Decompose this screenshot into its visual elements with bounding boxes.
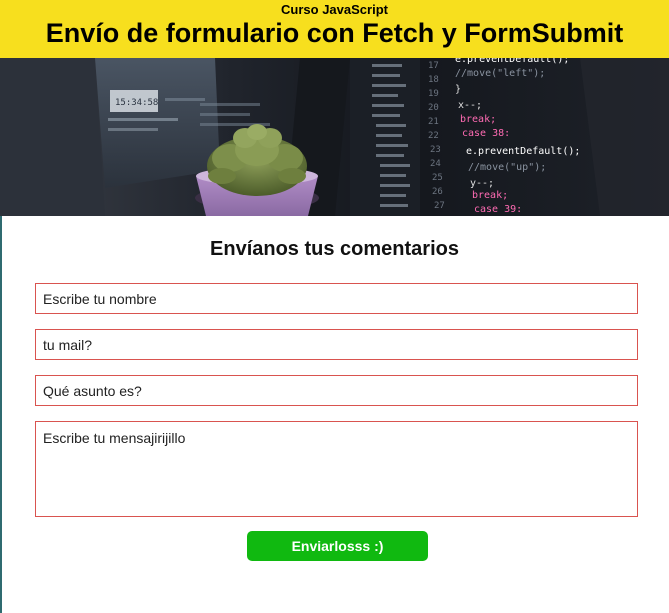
svg-text:24: 24 [430, 159, 441, 169]
svg-text://move("up");: //move("up"); [468, 162, 546, 173]
svg-text:case 39:: case 39: [474, 204, 522, 215]
svg-text:break;: break; [472, 190, 508, 201]
svg-text:17: 17 [428, 61, 439, 71]
svg-text:y--;: y--; [470, 178, 494, 189]
form-title: Envíanos tus comentarios [210, 238, 459, 260]
svg-text:27: 27 [434, 201, 445, 211]
left-edge-strip [0, 216, 2, 613]
subject-input[interactable] [35, 375, 638, 406]
submit-button[interactable]: Enviarlosss :) [247, 531, 428, 561]
hero-image: 15:34:58 17 18 19 20 21 22 23 24 25 26 2… [0, 58, 669, 216]
svg-text:23: 23 [430, 145, 441, 155]
course-subtitle: Curso JavaScript [281, 2, 388, 17]
svg-text:e.preventDefault();: e.preventDefault(); [455, 58, 569, 65]
laptop-clock-text: 15:34:58 [115, 98, 158, 108]
hero-photo-illustration: 15:34:58 17 18 19 20 21 22 23 24 25 26 2… [0, 58, 669, 216]
svg-text:21: 21 [428, 117, 439, 127]
svg-text:break;: break; [460, 114, 496, 125]
page-header: Curso JavaScript Envío de formulario con… [0, 0, 669, 58]
svg-text:25: 25 [432, 173, 443, 183]
svg-text:case 38:: case 38: [462, 128, 510, 139]
page: Curso JavaScript Envío de formulario con… [0, 0, 669, 613]
page-title: Envío de formulario con Fetch y FormSubm… [45, 18, 624, 48]
name-input[interactable] [35, 283, 638, 314]
svg-text:19: 19 [428, 89, 439, 99]
svg-text:22: 22 [428, 131, 439, 141]
svg-text:18: 18 [428, 75, 439, 85]
svg-text:}: } [455, 84, 461, 95]
svg-text:x--;: x--; [458, 100, 482, 111]
svg-text:e.preventDefault();: e.preventDefault(); [466, 146, 580, 157]
message-textarea[interactable] [35, 421, 638, 517]
svg-text://move("left");: //move("left"); [455, 68, 545, 79]
svg-text:26: 26 [432, 187, 443, 197]
svg-text:20: 20 [428, 103, 439, 113]
email-input[interactable] [35, 329, 638, 360]
